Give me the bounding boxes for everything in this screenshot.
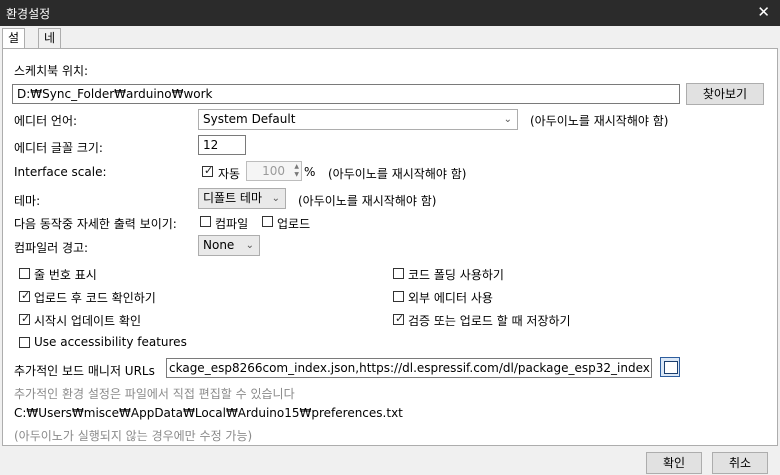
interface-scale-label: Interface scale:: [14, 165, 107, 179]
scale-value: 100: [262, 164, 285, 178]
verbose-upload-label: 업로드: [277, 217, 311, 231]
chevron-down-icon: ⌄: [503, 114, 512, 125]
browse-button[interactable]: 찾아보기: [686, 83, 764, 105]
theme-select[interactable]: 디폴트 테마 ⌄: [198, 188, 286, 209]
external-editor-label: 외부 에디터 사용: [408, 291, 493, 305]
theme-note: (아두이노를 재시작해야 함): [298, 194, 437, 208]
theme-label: 테마:: [14, 194, 41, 208]
auto-scale-checkbox[interactable]: ✓: [202, 164, 214, 177]
save-on-verify-label: 검증 또는 업로드 할 때 저장하기: [408, 314, 571, 328]
editor-language-label: 에디터 언어:: [14, 114, 78, 128]
spinner-arrows-icon[interactable]: ▲ ▼: [294, 163, 299, 179]
verify-upload-label: 업로드 후 코드 확인하기: [34, 291, 156, 305]
check-icon: ✓: [204, 164, 214, 177]
edit-condition-note: (아두이노가 실행되지 않는 경우에만 수정 가능): [14, 429, 253, 443]
verbose-compile-label: 컴파일: [215, 217, 249, 231]
verbose-label: 다음 동작중 자세한 출력 보이기:: [14, 217, 177, 231]
editor-language-note: (아두이노를 재시작해야 함): [530, 114, 669, 128]
code-folding-label: 코드 폴딩 사용하기: [408, 268, 504, 282]
chevron-down-icon: ⌄: [245, 240, 254, 251]
save-on-verify-checkbox[interactable]: ✓: [393, 312, 405, 325]
check-updates-label: 시작시 업데이트 확인: [34, 314, 141, 328]
ok-button[interactable]: 확인: [646, 452, 702, 474]
compiler-warnings-value: None: [203, 238, 235, 252]
line-numbers-label: 줄 번호 표시: [34, 268, 97, 282]
editor-language-select[interactable]: System Default ⌄: [198, 109, 518, 130]
verify-upload-checkbox[interactable]: ✓: [19, 289, 31, 302]
line-numbers-checkbox[interactable]: [19, 268, 30, 279]
board-urls-label: 추가적인 보드 매니저 URLs: [14, 364, 155, 378]
compiler-warnings-select[interactable]: None ⌄: [198, 235, 260, 256]
check-icon: ✓: [395, 312, 405, 325]
font-size-input[interactable]: 12: [198, 135, 246, 155]
board-urls-input[interactable]: ckage_esp8266com_index.json,https://dl.e…: [166, 358, 652, 378]
check-icon: ✓: [21, 289, 31, 302]
more-preferences-note: 추가적인 환경 설정은 파일에서 직접 편집할 수 있습니다: [14, 387, 295, 401]
preferences-file-path: C:₩Users₩misce₩AppData₩Local₩Arduino15₩p…: [14, 406, 403, 420]
accessibility-checkbox[interactable]: [19, 337, 30, 348]
scale-note: (아두이노를 재시작해야 함): [328, 167, 467, 181]
auto-scale-label: 자동: [218, 167, 241, 181]
code-folding-checkbox[interactable]: [393, 268, 404, 279]
external-editor-checkbox[interactable]: [393, 291, 404, 302]
check-updates-checkbox[interactable]: ✓: [19, 312, 31, 325]
chevron-down-icon: ⌄: [271, 193, 280, 204]
theme-value: 디폴트 테마: [203, 191, 263, 205]
accessibility-label: Use accessibility features: [34, 335, 187, 349]
scale-spinner[interactable]: 100 ▲ ▼: [246, 161, 302, 181]
title-bar: 환경설정 ✕: [0, 0, 780, 26]
font-size-label: 에디터 글꼴 크기:: [14, 141, 103, 155]
sketchbook-path-input[interactable]: D:₩Sync_Folder₩arduino₩work: [12, 84, 680, 104]
window-icon: [664, 361, 678, 374]
tab-network[interactable]: 네트워크: [38, 28, 62, 102]
cancel-button[interactable]: 취소: [712, 452, 768, 474]
close-icon[interactable]: ✕: [757, 3, 770, 21]
verbose-compile-checkbox[interactable]: [200, 216, 211, 227]
compiler-warnings-label: 컴파일러 경고:: [14, 241, 89, 255]
window-title: 환경설정: [6, 7, 51, 21]
tab-settings[interactable]: 설정: [2, 28, 26, 64]
verbose-upload-checkbox[interactable]: [262, 216, 273, 227]
check-icon: ✓: [21, 312, 31, 325]
edit-urls-button[interactable]: [660, 357, 680, 377]
sketchbook-label: 스케치북 위치:: [14, 64, 89, 78]
editor-language-value: System Default: [203, 112, 296, 126]
scale-unit: %: [304, 165, 316, 179]
